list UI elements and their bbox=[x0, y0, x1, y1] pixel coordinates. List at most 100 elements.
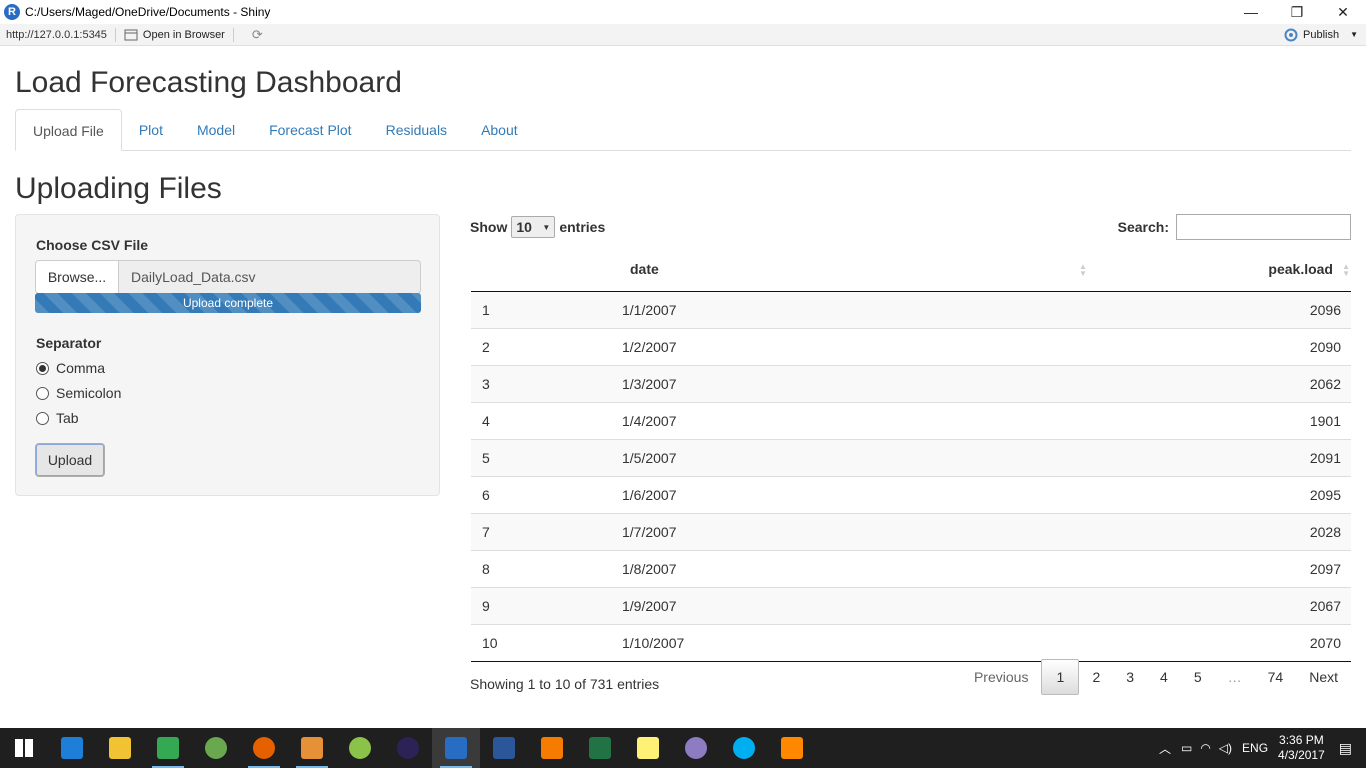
search-input[interactable] bbox=[1176, 214, 1351, 240]
page-button-5[interactable]: 5 bbox=[1181, 659, 1215, 695]
word-icon[interactable] bbox=[480, 728, 528, 768]
radio-comma[interactable]: Comma bbox=[36, 360, 105, 376]
table-row[interactable]: 6 1/6/2007 2095 bbox=[471, 475, 1351, 513]
clock[interactable]: 3:36 PM 4/3/2017 bbox=[1278, 733, 1325, 763]
row-index-cell: 6 bbox=[471, 475, 622, 513]
restore-button[interactable]: ❐ bbox=[1274, 0, 1320, 24]
page-button-3[interactable]: 3 bbox=[1113, 659, 1147, 695]
radio-unselected-icon[interactable] bbox=[36, 386, 49, 400]
eclipse-icon-glyph bbox=[397, 737, 419, 759]
page-button-74[interactable]: 74 bbox=[1255, 659, 1297, 695]
table-row[interactable]: 5 1/5/2007 2091 bbox=[471, 438, 1351, 476]
url-text: http://127.0.0.1:5345 bbox=[6, 28, 107, 41]
volume-icon[interactable]: ◁) bbox=[1219, 741, 1232, 755]
pdf-icon-glyph bbox=[541, 737, 563, 759]
chevron-down-icon[interactable]: ▼ bbox=[1350, 30, 1358, 39]
shiny-app: Load Forecasting Dashboard Upload File P… bbox=[0, 46, 1366, 728]
column-header-index[interactable] bbox=[471, 248, 622, 292]
firefox-icon[interactable] bbox=[240, 728, 288, 768]
page-button-2[interactable]: 2 bbox=[1079, 659, 1113, 695]
downloader-icon-glyph bbox=[349, 737, 371, 759]
table-row[interactable]: 8 1/8/2007 2097 bbox=[471, 549, 1351, 587]
battery-icon[interactable]: ▭ bbox=[1181, 741, 1192, 755]
system-tray: ︿ ▭ ◠ ◁) ENG 3:36 PM 4/3/2017 ▤ bbox=[1159, 728, 1366, 768]
tab-model[interactable]: Model bbox=[180, 109, 252, 151]
page-button-1[interactable]: 1 bbox=[1041, 659, 1080, 695]
upload-button[interactable]: Upload bbox=[35, 443, 105, 477]
table-row[interactable]: 1 1/1/2007 2096 bbox=[471, 291, 1351, 328]
column-header-date[interactable]: date ▲ ▼ bbox=[622, 248, 1087, 292]
publish-button[interactable]: Publish ▼ bbox=[1284, 28, 1358, 42]
open-in-browser-label: Open in Browser bbox=[142, 28, 225, 41]
edge-icon[interactable] bbox=[48, 728, 96, 768]
browse-button[interactable]: Browse... bbox=[35, 260, 119, 294]
radio-tab[interactable]: Tab bbox=[36, 410, 79, 426]
search-control: Search: bbox=[1118, 214, 1351, 240]
torrent-icon[interactable] bbox=[672, 728, 720, 768]
page-length-select[interactable]: 10 ▼ bbox=[511, 216, 556, 238]
wifi-icon[interactable]: ◠ bbox=[1200, 741, 1210, 755]
tab-plot[interactable]: Plot bbox=[122, 109, 180, 151]
rstudio-icon[interactable] bbox=[432, 728, 480, 768]
tab-residuals[interactable]: Residuals bbox=[369, 109, 464, 151]
tab-upload-file[interactable]: Upload File bbox=[15, 109, 122, 151]
tab-bar: Upload File Plot Model Forecast Plot Res… bbox=[15, 109, 1351, 151]
tab-forecast-plot[interactable]: Forecast Plot bbox=[252, 109, 368, 151]
r-logo-icon: R bbox=[4, 4, 20, 20]
skype-icon[interactable] bbox=[720, 728, 768, 768]
peak-load-cell: 1901 bbox=[942, 401, 1351, 439]
table-row[interactable]: 2 1/2/2007 2090 bbox=[471, 327, 1351, 365]
show-label: Show bbox=[470, 219, 508, 235]
table-row[interactable]: 10 1/10/2007 2070 bbox=[471, 623, 1351, 662]
table-row[interactable]: 3 1/3/2007 2062 bbox=[471, 364, 1351, 402]
skype-icon-glyph bbox=[733, 737, 755, 759]
column-header-peak-load[interactable]: peak.load ▲ ▼ bbox=[942, 248, 1351, 292]
vlc-icon[interactable] bbox=[768, 728, 816, 768]
peak-load-cell: 2097 bbox=[942, 549, 1351, 587]
eclipse-icon[interactable] bbox=[384, 728, 432, 768]
word-icon-glyph bbox=[493, 737, 515, 759]
table-header-row: date ▲ ▼ peak.load ▲ ▼ bbox=[471, 248, 1351, 292]
edge-icon-glyph bbox=[61, 737, 83, 759]
file-explorer-icon[interactable] bbox=[96, 728, 144, 768]
media-player-icon[interactable] bbox=[288, 728, 336, 768]
excel-icon[interactable] bbox=[576, 728, 624, 768]
previous-button[interactable]: Previous bbox=[961, 659, 1041, 695]
google-drive-icon[interactable] bbox=[144, 728, 192, 768]
refresh-icon[interactable]: ⟳ bbox=[252, 27, 263, 43]
tab-about[interactable]: About bbox=[464, 109, 535, 151]
start-icon[interactable] bbox=[0, 728, 48, 768]
radio-semicolon[interactable]: Semicolon bbox=[36, 385, 121, 401]
column-header-label: peak.load bbox=[1268, 261, 1333, 278]
sticky-notes-icon-glyph bbox=[637, 737, 659, 759]
page-length-value: 10 bbox=[516, 219, 532, 235]
row-index-cell: 8 bbox=[471, 549, 622, 587]
table-row[interactable]: 7 1/7/2007 2028 bbox=[471, 512, 1351, 550]
table-row[interactable]: 9 1/9/2007 2067 bbox=[471, 586, 1351, 624]
notifications-icon[interactable]: ▤ bbox=[1339, 740, 1352, 757]
next-button[interactable]: Next bbox=[1296, 659, 1351, 695]
media-player-icon-glyph bbox=[301, 737, 323, 759]
page-button-4[interactable]: 4 bbox=[1147, 659, 1181, 695]
radio-unselected-icon[interactable] bbox=[36, 411, 49, 425]
sticky-notes-icon[interactable] bbox=[624, 728, 672, 768]
downloader-icon[interactable] bbox=[336, 728, 384, 768]
file-name-field[interactable]: DailyLoad_Data.csv bbox=[119, 260, 421, 294]
date-cell: 1/10/2007 bbox=[622, 623, 942, 662]
date-cell: 1/6/2007 bbox=[622, 475, 942, 513]
close-button[interactable]: ✕ bbox=[1320, 0, 1366, 24]
language-indicator[interactable]: ENG bbox=[1242, 741, 1268, 755]
open-in-browser-button[interactable]: Open in Browser bbox=[124, 29, 225, 41]
radio-selected-icon[interactable] bbox=[36, 361, 49, 375]
table-row[interactable]: 4 1/4/2007 1901 bbox=[471, 401, 1351, 439]
chevron-up-icon[interactable]: ︿ bbox=[1159, 740, 1171, 757]
radio-label: Tab bbox=[56, 410, 79, 426]
peak-load-cell: 2070 bbox=[942, 623, 1351, 662]
torrent-icon-glyph bbox=[685, 737, 707, 759]
date-cell: 1/4/2007 bbox=[622, 401, 942, 439]
browser-window-icon bbox=[124, 29, 138, 40]
peak-load-cell: 2090 bbox=[942, 327, 1351, 365]
pdf-icon[interactable] bbox=[528, 728, 576, 768]
minimize-button[interactable]: — bbox=[1228, 0, 1274, 24]
globe-icon[interactable] bbox=[192, 728, 240, 768]
